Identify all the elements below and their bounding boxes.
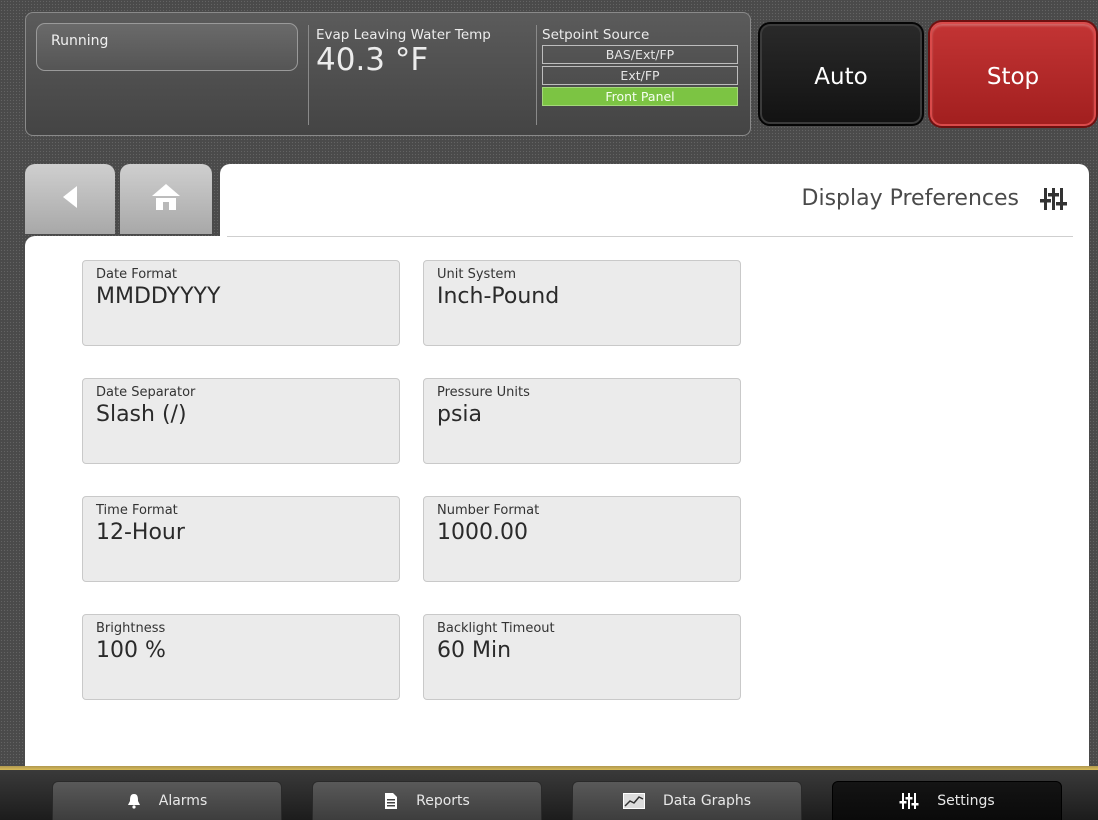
field-value: 1000.00 [437, 520, 528, 545]
nav-tab-reports[interactable]: Reports [312, 781, 542, 820]
pressure-units-field[interactable]: Pressure Units psia [423, 378, 741, 464]
nav-tab-label: Reports [416, 793, 470, 809]
home-icon [150, 182, 182, 216]
stop-button[interactable]: Stop [930, 22, 1096, 126]
settings-list: Date Format MMDDYYYY Unit System Inch-Po… [25, 236, 1089, 766]
field-value: Slash (/) [96, 402, 187, 427]
setpoint-source: Setpoint Source BAS/Ext/FP Ext/FP Front … [542, 27, 742, 106]
nav-tab-data-graphs[interactable]: Data Graphs [572, 781, 802, 820]
auto-button[interactable]: Auto [758, 22, 924, 126]
field-value: 12-Hour [96, 520, 185, 545]
sliders-icon [899, 792, 919, 810]
run-state-indicator: Running [36, 23, 298, 71]
setpoint-option-bas: BAS/Ext/FP [542, 45, 738, 64]
nav-tab-settings[interactable]: Settings [832, 781, 1062, 820]
date-separator-field[interactable]: Date Separator Slash (/) [82, 378, 400, 464]
nav-tab-alarms[interactable]: Alarms [52, 781, 282, 820]
field-label: Brightness [96, 621, 166, 636]
setpoint-source-label: Setpoint Source [542, 27, 650, 43]
nav-tab-label: Data Graphs [662, 793, 752, 809]
content-tab: Display Preferences [220, 164, 1089, 238]
field-value: 100 % [96, 638, 166, 663]
page-title: Display Preferences [801, 186, 1019, 211]
sliders-icon [1039, 186, 1069, 216]
field-label: Date Separator [96, 385, 196, 400]
field-value: 60 Min [437, 638, 512, 663]
field-label: Number Format [437, 503, 540, 518]
field-label: Date Format [96, 267, 178, 282]
bottom-nav: Alarms Reports Data Graphs Settings [0, 770, 1098, 820]
brightness-field[interactable]: Brightness 100 % [82, 614, 400, 700]
field-value: psia [437, 402, 483, 427]
document-icon [384, 792, 398, 810]
evap-temp-label: Evap Leaving Water Temp [316, 27, 491, 43]
evap-temp-display: Evap Leaving Water Temp 40.3 °F [316, 27, 491, 77]
date-format-field[interactable]: Date Format MMDDYYYY [82, 260, 400, 346]
unit-system-field[interactable]: Unit System Inch-Pound [423, 260, 741, 346]
divider [536, 25, 537, 125]
field-label: Pressure Units [437, 385, 530, 400]
evap-temp-value: 40.3 °F [316, 42, 429, 78]
field-label: Unit System [437, 267, 517, 282]
chart-icon [622, 793, 645, 809]
field-label: Time Format [96, 503, 178, 518]
home-button[interactable] [120, 164, 212, 234]
run-state-text: Running [51, 33, 109, 49]
content-panel: Display Preferences Date Format MMDDYYYY… [25, 164, 1089, 766]
nav-tab-label: Settings [937, 793, 995, 809]
tab-divider [227, 236, 1073, 237]
bell-icon [127, 793, 141, 809]
setpoint-option-ext: Ext/FP [542, 66, 738, 85]
time-format-field[interactable]: Time Format 12-Hour [82, 496, 400, 582]
back-button[interactable] [25, 164, 115, 234]
field-label: Backlight Timeout [437, 621, 555, 636]
field-value: Inch-Pound [437, 284, 560, 309]
nav-tab-label: Alarms [158, 793, 208, 809]
number-format-field[interactable]: Number Format 1000.00 [423, 496, 741, 582]
status-panel: Running Evap Leaving Water Temp 40.3 °F … [25, 12, 751, 136]
setpoint-option-front-panel: Front Panel [542, 87, 738, 106]
divider [308, 25, 309, 125]
triangle-left-icon [61, 184, 79, 214]
field-value: MMDDYYYY [96, 284, 221, 309]
backlight-timeout-field[interactable]: Backlight Timeout 60 Min [423, 614, 741, 700]
